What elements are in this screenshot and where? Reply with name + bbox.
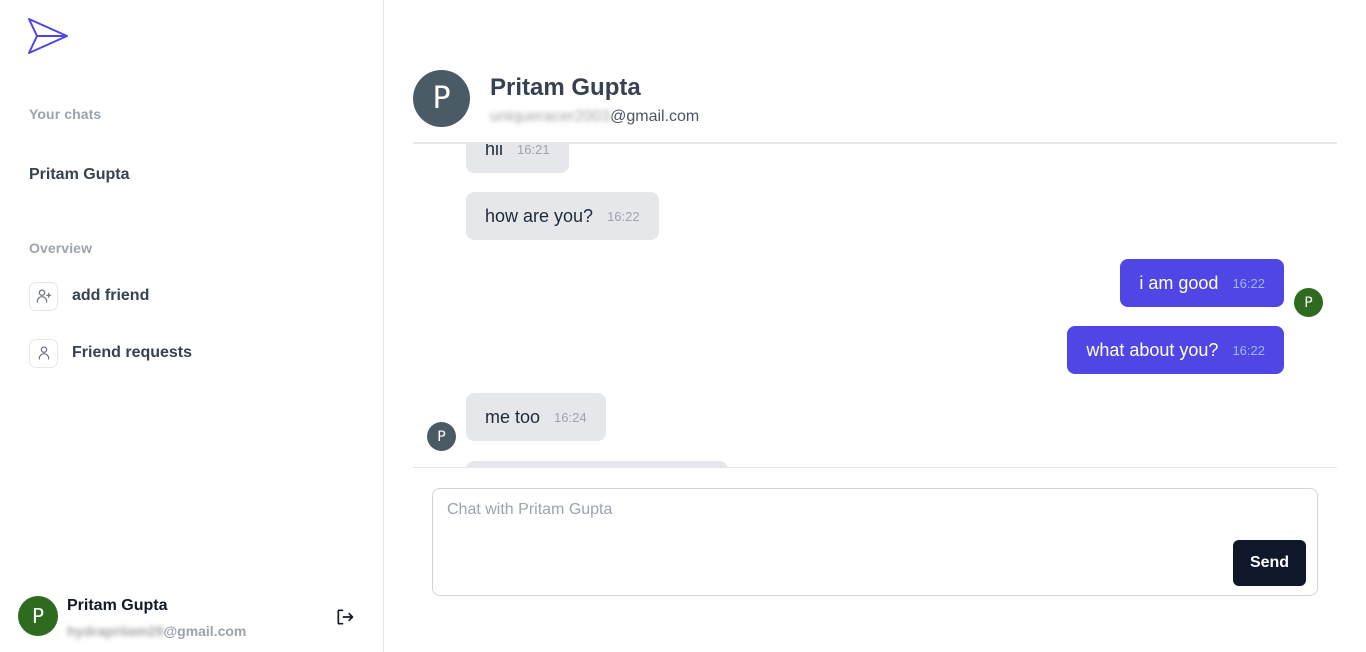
message-bubble: hii 16:21 [466, 144, 569, 173]
chat-header: P Pritam Gupta uniqueracer2003@gmail.com [413, 70, 1337, 144]
message-text: what about you? [1086, 339, 1219, 360]
add-friend-label: add friend [72, 287, 150, 304]
message-text: me too [485, 406, 541, 427]
partner-email: uniqueracer2003@gmail.com [490, 108, 699, 126]
message-bubble-own: what about you? 16:22 [1067, 326, 1284, 374]
message-time: 16:24 [554, 409, 587, 425]
message-text: i am good [1139, 272, 1219, 293]
message-time: 16:22 [1232, 275, 1265, 291]
message-list[interactable]: hii 16:21 how are you? 16:22 i am good 1… [413, 144, 1337, 468]
partner-email-hidden-part: uniqueracer2003 [490, 108, 611, 125]
send-button[interactable]: Send [1233, 540, 1306, 586]
message-input[interactable] [433, 489, 1317, 595]
partner-avatar-small: P [427, 422, 456, 451]
sidebar: Your chats Pritam Gupta Overview add fri… [0, 0, 384, 652]
message-bubble-partial [466, 461, 728, 467]
friend-requests-label: Friend requests [72, 344, 193, 361]
message-composer: Send [432, 488, 1318, 596]
message-bubble-own: i am good 16:22 [1120, 259, 1284, 307]
user-plus-icon [29, 281, 58, 311]
partner-name: Pritam Gupta [490, 74, 641, 101]
overview-heading: Overview [29, 240, 93, 256]
message-time: 16:21 [517, 144, 550, 157]
profile-email: hydrapritam29@gmail.com [67, 623, 246, 639]
current-user-profile: P Pritam Gupta hydrapritam29@gmail.com [18, 596, 368, 640]
own-avatar: P [1294, 288, 1323, 317]
message-bubble: how are you? 16:22 [466, 192, 659, 240]
chat-panel: P Pritam Gupta uniqueracer2003@gmail.com… [384, 0, 1366, 652]
profile-name: Pritam Gupta [67, 597, 168, 614]
message-time: 16:22 [607, 208, 640, 224]
friend-requests-link[interactable]: Friend requests [29, 338, 192, 368]
message-time: 16:22 [1232, 342, 1265, 358]
avatar: P [18, 596, 58, 636]
add-friend-link[interactable]: add friend [29, 281, 149, 311]
sign-out-icon[interactable] [334, 606, 356, 628]
paper-plane-icon[interactable] [27, 17, 69, 55]
partner-email-domain: @gmail.com [610, 108, 700, 125]
your-chats-heading: Your chats [29, 106, 102, 122]
message-text: how are you? [485, 205, 594, 226]
user-icon [29, 338, 58, 368]
profile-email-hidden-part: hydrapritam29 [67, 623, 164, 639]
message-text: hii [485, 144, 504, 159]
chat-item-pritam-gupta[interactable]: Pritam Gupta [29, 166, 129, 184]
message-bubble: me too 16:24 [466, 393, 606, 441]
profile-email-domain: @gmail.com [163, 623, 247, 639]
partner-avatar: P [413, 70, 470, 127]
